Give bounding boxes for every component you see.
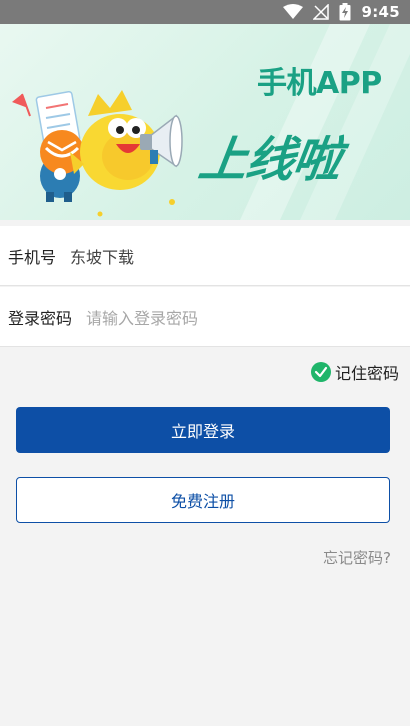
phone-input[interactable]: 东坡下载 [70, 244, 134, 268]
promo-banner[interactable]: 手机APP 上线啦 [0, 24, 410, 220]
register-button[interactable]: 免费注册 [16, 477, 390, 523]
signal-icon [313, 4, 330, 20]
forgot-password-link[interactable]: 忘记密码? [323, 547, 391, 568]
login-button[interactable]: 立即登录 [16, 407, 390, 453]
wifi-icon [283, 4, 304, 19]
check-circle-icon[interactable] [310, 362, 331, 382]
password-input[interactable]: 请输入登录密码 [86, 305, 198, 329]
battery-charging-icon [339, 3, 351, 21]
password-label: 登录密码 [8, 308, 73, 328]
banner-slogan: 上线啦 [195, 132, 345, 188]
status-icons: 9:45 [283, 0, 400, 24]
phone-label: 手机号 [8, 247, 57, 267]
password-field[interactable]: 登录密码 请输入登录密码 [0, 287, 410, 347]
remember-password-label: 记住密码 [334, 364, 399, 383]
status-bar: 9:45 [0, 0, 410, 24]
phone-field[interactable]: 手机号 东坡下载 [0, 226, 410, 286]
status-time: 9:45 [361, 3, 400, 21]
banner-title: 手机APP [257, 66, 382, 101]
remember-password-toggle[interactable]: 记住密码 [310, 360, 399, 384]
